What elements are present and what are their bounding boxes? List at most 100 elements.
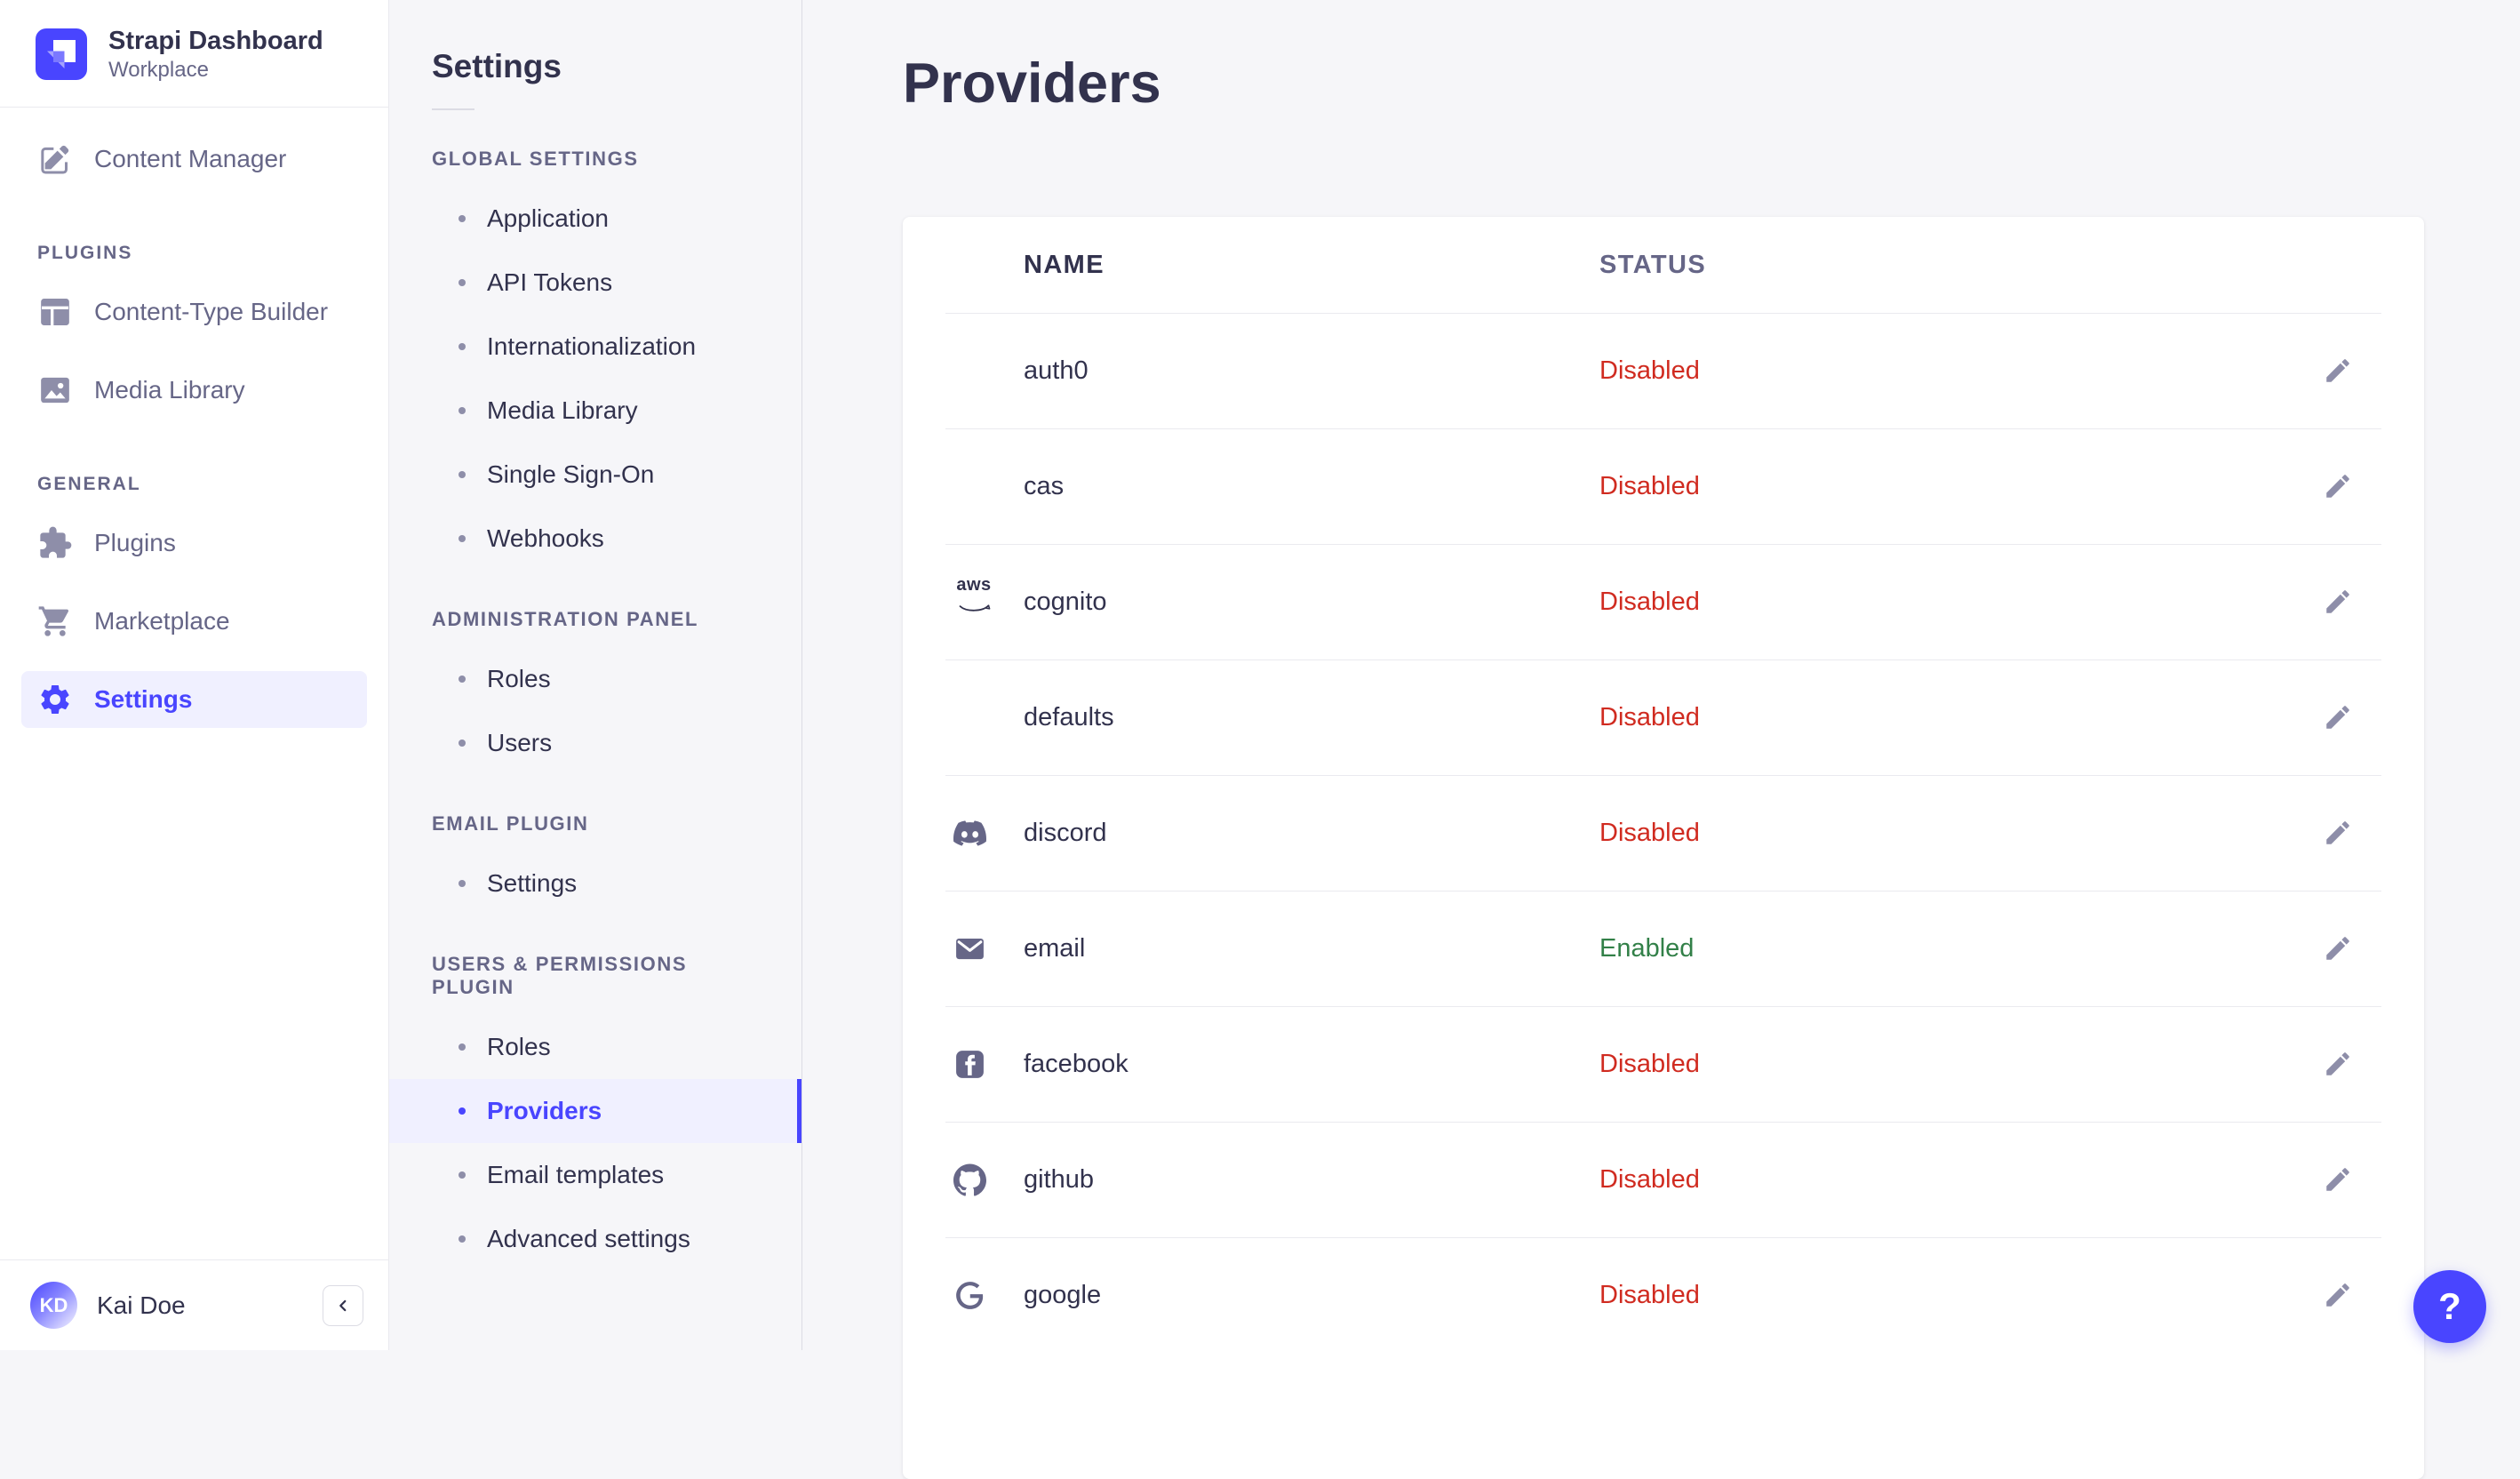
bullet-icon (459, 343, 466, 350)
subnav-item-webhooks[interactable]: Webhooks (389, 507, 801, 571)
sidebar-item-content-manager[interactable]: Content Manager (21, 131, 367, 188)
email-icon (953, 932, 1024, 965)
provider-name: auth0 (1024, 356, 1089, 385)
app-title: Strapi Dashboard (108, 27, 323, 55)
edit-provider-button[interactable] (2319, 1045, 2357, 1083)
subnav-item-label: Application (487, 204, 609, 232)
brand-home-link[interactable]: Strapi Dashboard Workplace (0, 0, 388, 107)
collapse-sidebar-button[interactable] (323, 1284, 363, 1326)
sidebar-item-plugins[interactable]: Plugins (21, 515, 367, 572)
subnav-item-advanced-settings[interactable]: Advanced settings (389, 1207, 801, 1271)
row-actions (2314, 1276, 2357, 1314)
aws-icon: aws (953, 576, 1024, 626)
content-manager-icon (37, 141, 73, 177)
sidebar-item-label: Plugins (94, 529, 176, 556)
bullet-icon (459, 279, 466, 286)
edit-provider-button[interactable] (2319, 352, 2357, 389)
subnav-item-media-library[interactable]: Media Library (389, 379, 801, 443)
subnav-item-roles[interactable]: Roles (389, 647, 801, 711)
edit-provider-button[interactable] (2319, 699, 2357, 736)
content-type-builder-icon (37, 294, 73, 330)
facebook-icon (953, 1048, 1024, 1081)
table-row-discord[interactable]: discord Disabled (903, 775, 2424, 891)
provider-name: google (1024, 1280, 1102, 1309)
subnav-item-label: Settings (487, 869, 578, 897)
subnav-item-internationalization[interactable]: Internationalization (389, 315, 801, 379)
table-row-facebook[interactable]: facebook Disabled (903, 1006, 2424, 1122)
subnav-item-settings[interactable]: Settings (389, 851, 801, 915)
status-text: Disabled (1599, 702, 1700, 732)
pencil-icon (2323, 1049, 2353, 1079)
sidebar-footer: KD Kai Doe (0, 1259, 388, 1350)
table-body: auth0 Disabled cas Disabled aws cognito Disabl… (903, 313, 2424, 1353)
subnav-item-label: Webhooks (487, 524, 604, 552)
status-text: Enabled (1599, 933, 1695, 963)
discord-icon (953, 817, 1024, 850)
bullet-icon (459, 1107, 466, 1115)
subnav-item-email-templates[interactable]: Email templates (389, 1143, 801, 1207)
provider-name: github (1024, 1164, 1095, 1194)
pencil-icon (2323, 1164, 2353, 1195)
table-row-defaults[interactable]: defaults Disabled (903, 660, 2424, 775)
sidebar-item-marketplace[interactable]: Marketplace (21, 593, 367, 650)
edit-provider-button[interactable] (2319, 468, 2357, 505)
subnav-item-single-sign-on[interactable]: Single Sign-On (389, 443, 801, 507)
column-header-name: NAME (1024, 250, 1104, 279)
subnav-item-application[interactable]: Application (389, 187, 801, 251)
main-sidebar: Strapi Dashboard Workplace Content Manag… (0, 0, 389, 1350)
brand-text: Strapi Dashboard Workplace (108, 25, 323, 84)
sidebar-item-settings[interactable]: Settings (21, 671, 367, 728)
google-icon (953, 1279, 1024, 1312)
subnav-sections: GLOBAL SETTINGS Application API Tokens Inte… (389, 110, 801, 1271)
row-actions (2314, 352, 2357, 389)
subnav-item-label: Media Library (487, 396, 638, 424)
row-actions (2314, 1161, 2357, 1198)
table-row-auth0[interactable]: auth0 Disabled (903, 313, 2424, 428)
table-row-cognito[interactable]: aws cognito Disabled (903, 544, 2424, 660)
pencil-icon (2323, 356, 2353, 386)
bullet-icon (459, 676, 466, 683)
subnav-item-providers[interactable]: Providers (389, 1079, 801, 1143)
table-row-github[interactable]: github Disabled (903, 1122, 2424, 1237)
provider-name: cas (1024, 471, 1065, 500)
subnav-item-label: Advanced settings (487, 1225, 690, 1252)
pencil-icon (2323, 933, 2353, 963)
row-actions (2314, 468, 2357, 505)
subnav-section-title-users-permissions-plugin: USERS & PERMISSIONS PLUGIN (432, 953, 688, 998)
help-button[interactable]: ? (2413, 1270, 2486, 1343)
table-row-email[interactable]: email Enabled (903, 891, 2424, 1006)
table-row-google[interactable]: google Disabled (903, 1237, 2424, 1353)
sidebar-nav: Content Manager PLUGINS Content-Type Build… (0, 108, 388, 1259)
subnav-item-users[interactable]: Users (389, 711, 801, 775)
edit-provider-button[interactable] (2319, 1161, 2357, 1198)
edit-provider-button[interactable] (2319, 930, 2357, 967)
bullet-icon (459, 215, 466, 222)
sidebar-item-label: Content-Type Builder (94, 298, 329, 325)
subnav-item-label: Roles (487, 665, 551, 692)
marketplace-icon (37, 604, 73, 639)
edit-provider-button[interactable] (2319, 814, 2357, 851)
subnav-item-api-tokens[interactable]: API Tokens (389, 251, 801, 315)
row-actions (2314, 583, 2357, 620)
status-text: Disabled (1599, 818, 1700, 847)
sidebar-item-media-library[interactable]: Media Library (21, 362, 367, 419)
media-library-icon (37, 372, 73, 408)
user-name[interactable]: Kai Doe (97, 1291, 186, 1320)
bullet-icon (459, 407, 466, 414)
bullet-icon (459, 471, 466, 478)
edit-provider-button[interactable] (2319, 1276, 2357, 1314)
user-avatar[interactable]: KD (30, 1282, 77, 1329)
provider-name: defaults (1024, 702, 1114, 732)
subnav-item-roles[interactable]: Roles (389, 1015, 801, 1079)
sidebar-item-content-type-builder[interactable]: Content-Type Builder (21, 284, 367, 340)
table-header-row: NAME STATUS (903, 217, 2424, 313)
edit-provider-button[interactable] (2319, 583, 2357, 620)
table-row-cas[interactable]: cas Disabled (903, 428, 2424, 544)
status-text: Disabled (1599, 1164, 1700, 1194)
column-header-status: STATUS (1599, 250, 1707, 279)
pencil-icon (2323, 818, 2353, 848)
sidebar-item-label: Marketplace (94, 607, 230, 635)
pencil-icon (2323, 1280, 2353, 1310)
subnav-item-label: Providers (487, 1097, 602, 1124)
plugins-icon (37, 525, 73, 561)
